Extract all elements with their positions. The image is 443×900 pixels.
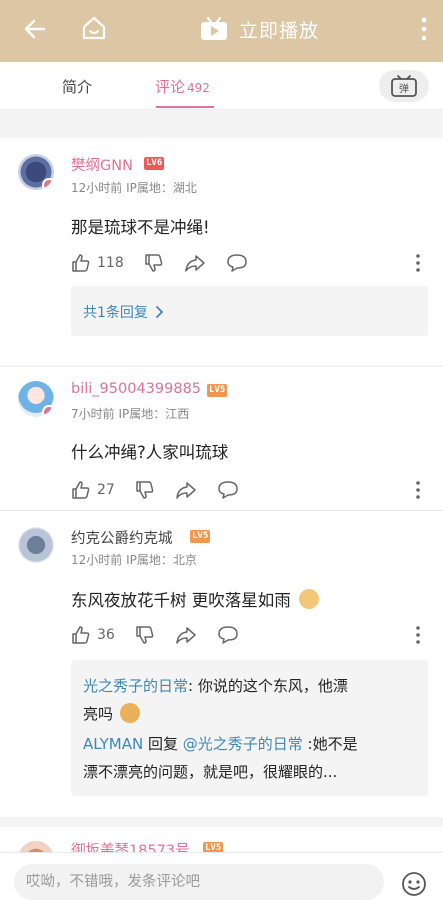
username[interactable]: 约克公爵约克城: [71, 527, 173, 548]
reply-text: 漂不漂亮的问题，就是吧，很耀眼的...: [83, 763, 338, 781]
avatar[interactable]: [18, 527, 54, 563]
level-badge: LV5: [207, 384, 228, 397]
comment-meta: 12小时前 IP属地：北京: [71, 553, 197, 567]
reply-text: 亮吗: [83, 705, 114, 723]
tab-comments-label: 评论: [155, 78, 186, 96]
comment-meta: 12小时前 IP属地：湖北: [71, 181, 197, 195]
share-button[interactable]: [175, 480, 197, 500]
like-button[interactable]: 36: [71, 625, 115, 645]
comment-item: 约克公爵约克城 LV5 12小时前 IP属地：北京 东风夜放花千树 更吹落星如雨…: [0, 511, 443, 817]
avatar[interactable]: [18, 154, 54, 190]
like-button[interactable]: 118: [71, 253, 124, 273]
play-now-label: 立即播放: [239, 19, 320, 42]
comment-text: 东风夜放花千树 更吹落星如雨: [71, 587, 319, 611]
comment-item: 樊纲GNN LV6 12小时前 IP属地：湖北 那是琉球不是冲绳! 118 共1…: [0, 138, 443, 365]
reply-button[interactable]: [217, 625, 239, 645]
reply-text: :她不是: [302, 735, 358, 753]
chat-bubble-icon: [218, 626, 238, 644]
back-arrow-icon[interactable]: [22, 16, 48, 42]
avatar-badge: [42, 178, 54, 190]
tv-play-icon: [201, 16, 227, 40]
thumbs-down-icon: [136, 626, 154, 644]
tab-bar: 简介 评论 492 弹: [0, 62, 443, 110]
reply-connector: 回复: [143, 735, 183, 753]
thumbs-down-icon: [144, 254, 163, 272]
danmaku-tv-icon: 弹: [391, 75, 417, 97]
share-icon: [176, 482, 196, 499]
chat-bubble-icon: [226, 254, 247, 272]
emoji-icon[interactable]: [401, 871, 427, 897]
home-icon[interactable]: [80, 14, 108, 42]
chat-bubble-icon: [218, 481, 238, 499]
reply-username[interactable]: ALYMAN: [83, 735, 143, 753]
like-count: 36: [97, 627, 115, 643]
danmaku-toggle-button[interactable]: 弹: [379, 70, 429, 102]
tab-comments[interactable]: 评论 492: [155, 76, 210, 97]
username[interactable]: bili_95004399885: [71, 381, 201, 397]
section-gap: [0, 110, 443, 138]
top-bar: 立即播放: [0, 0, 443, 62]
view-replies-link[interactable]: 共1条回复: [83, 302, 164, 322]
active-tab-indicator: [156, 106, 214, 108]
username[interactable]: 樊纲GNN: [71, 154, 133, 175]
dislike-button[interactable]: [135, 480, 155, 500]
tab-intro[interactable]: 简介: [62, 76, 92, 97]
more-options-icon[interactable]: [419, 16, 429, 42]
comment-actions: 36: [71, 624, 259, 646]
thumbs-up-icon: [72, 481, 90, 499]
level-badge: LV5: [203, 842, 224, 852]
chevron-right-icon: [156, 306, 164, 318]
like-count: 118: [97, 255, 124, 271]
share-icon: [176, 627, 196, 644]
thumbs-up-icon: [72, 254, 90, 272]
comment-text: 什么冲绳?人家叫琉球: [71, 443, 229, 462]
comment-text: 那是琉球不是冲绳!: [71, 218, 210, 237]
comment-item: 御坂美琴18573号 LV5: [0, 827, 443, 852]
comment-more-icon[interactable]: [415, 625, 421, 645]
view-replies-label: 共1条回复: [83, 305, 148, 321]
avatar-badge: [42, 405, 54, 417]
share-button[interactable]: [184, 253, 206, 273]
reply-mention[interactable]: @光之秀子的日常: [183, 735, 303, 753]
comment-input-bar: 哎呦，不错哦，发条评论吧: [0, 852, 443, 900]
username[interactable]: 御坂美琴18573号: [71, 839, 190, 852]
comment-more-icon[interactable]: [415, 253, 421, 273]
reply-preview: 光之秀子的日常: 你说的这个东风，他漂 亮吗: [83, 672, 418, 728]
comment-actions: 118: [71, 252, 268, 274]
level-badge: LV6: [144, 157, 165, 170]
reply-button[interactable]: [226, 253, 248, 273]
play-now-button[interactable]: 立即播放: [199, 14, 319, 44]
reply-preview-box[interactable]: 光之秀子的日常: 你说的这个东风，他漂 亮吗 ALYMAN 回复 @光之秀子的日…: [71, 660, 428, 796]
comment-meta: 7小时前 IP属地：江西: [71, 407, 190, 421]
dislike-button[interactable]: [144, 253, 164, 273]
comment-actions: 27: [71, 479, 259, 501]
comment-more-icon[interactable]: [415, 480, 421, 500]
thumbs-up-icon: [72, 626, 90, 644]
comment-text-content: 东风夜放花千树 更吹落星如雨: [71, 591, 291, 610]
like-count: 27: [97, 482, 115, 498]
dislike-button[interactable]: [135, 625, 155, 645]
danmaku-label: 弹: [399, 82, 409, 95]
comment-input[interactable]: 哎呦，不错哦，发条评论吧: [14, 864, 384, 900]
reply-preview: ALYMAN 回复 @光之秀子的日常 :她不是 漂不漂亮的问题，就是吧，很耀眼的…: [83, 730, 418, 786]
share-icon: [184, 255, 205, 272]
avatar[interactable]: [18, 841, 54, 852]
doge-emoji-icon: [299, 589, 319, 609]
reply-button[interactable]: [217, 480, 239, 500]
comment-item: bili_95004399885 LV5 7小时前 IP属地：江西 什么冲绳?人…: [0, 367, 443, 510]
comments-count: 492: [187, 81, 210, 95]
thumbs-down-icon: [136, 481, 154, 499]
avatar[interactable]: [18, 381, 54, 417]
doge-emoji-icon: [119, 703, 140, 723]
reply-preview-box[interactable]: 共1条回复: [71, 286, 428, 336]
level-badge: LV5: [190, 530, 211, 543]
like-button[interactable]: 27: [71, 480, 115, 500]
reply-text: : 你说的这个东风，他漂: [188, 677, 348, 695]
reply-username[interactable]: 光之秀子的日常: [83, 677, 188, 695]
share-button[interactable]: [175, 625, 197, 645]
